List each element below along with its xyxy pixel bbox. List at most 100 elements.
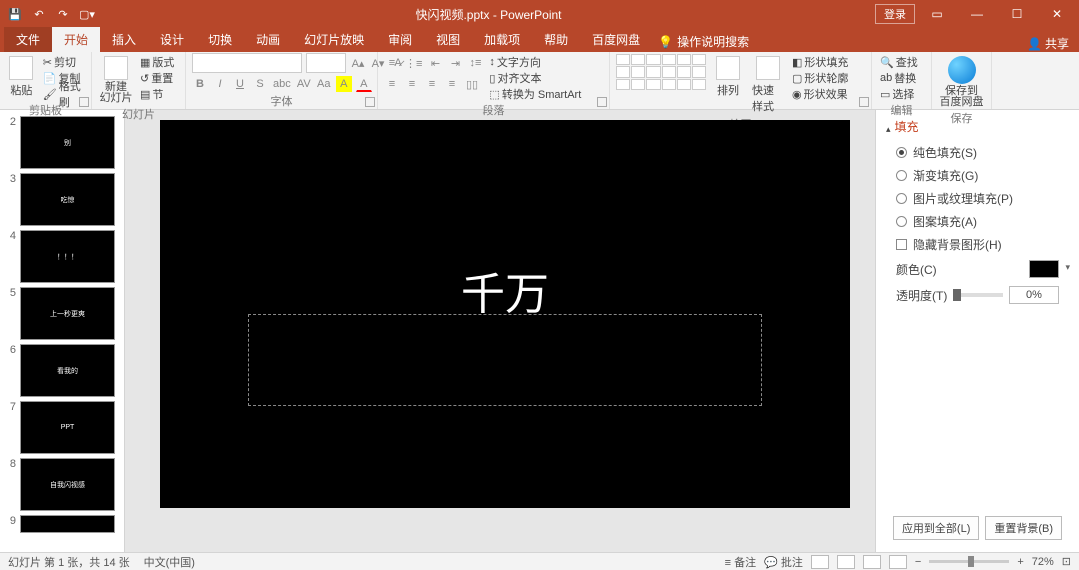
align-right-button[interactable]: ≡ <box>424 76 440 92</box>
tab-transitions[interactable]: 切换 <box>196 27 244 52</box>
cut-button[interactable]: ✂剪切 <box>41 54 85 70</box>
tab-help[interactable]: 帮助 <box>532 27 580 52</box>
save-to-baidu-button[interactable]: 保存到 百度网盘 <box>944 54 980 110</box>
slideshow-view-button[interactable] <box>889 555 907 569</box>
bullets-button[interactable]: ≡ <box>384 55 400 71</box>
language-status[interactable]: 中文(中国) <box>144 554 195 570</box>
shape-outline-button[interactable]: ▢形状轮廓 <box>790 70 850 86</box>
tab-animations[interactable]: 动画 <box>244 27 292 52</box>
ribbon-display-icon[interactable]: ▭ <box>919 0 955 28</box>
color-picker[interactable] <box>1029 260 1059 278</box>
numbering-button[interactable]: ⋮≡ <box>404 55 423 71</box>
thumb-6[interactable]: 6看我的 <box>0 342 124 399</box>
tab-baidu[interactable]: 百度网盘 <box>580 27 652 52</box>
normal-view-button[interactable] <box>811 555 829 569</box>
sorter-view-button[interactable] <box>837 555 855 569</box>
canvas-scroll[interactable]: 千万 <box>125 110 875 552</box>
picture-fill-radio[interactable]: 图片或纹理填充(P) <box>886 187 1069 210</box>
tab-slideshow[interactable]: 幻灯片放映 <box>292 27 376 52</box>
indent-inc-button[interactable]: ⇥ <box>447 55 463 71</box>
thumb-9[interactable]: 9 <box>0 513 124 535</box>
current-slide[interactable]: 千万 <box>160 120 850 508</box>
align-text-button[interactable]: ▯对齐文本 <box>487 70 583 86</box>
shape-fill-button[interactable]: ◧形状填充 <box>790 54 850 70</box>
undo-icon[interactable]: ↶ <box>30 5 48 23</box>
layout-button[interactable]: ▦版式 <box>138 54 176 70</box>
selected-textbox[interactable] <box>248 314 762 406</box>
slide-thumbnails[interactable]: 2别 3吃惊 4！！！ 5上一秒更爽 6看我的 7PPT 8自我闪视感 9 <box>0 110 125 552</box>
maximize-icon[interactable]: ☐ <box>999 0 1035 28</box>
tab-insert[interactable]: 插入 <box>100 27 148 52</box>
section-button[interactable]: ▤节 <box>138 86 176 102</box>
tell-me-search[interactable]: 💡 操作说明搜索 <box>652 31 755 52</box>
thumb-2[interactable]: 2别 <box>0 114 124 171</box>
apply-all-button[interactable]: 应用到全部(L) <box>893 516 979 540</box>
quick-styles-button[interactable]: 快速样式 <box>750 54 786 116</box>
start-show-icon[interactable]: ▢▾ <box>78 5 96 23</box>
reading-view-button[interactable] <box>863 555 881 569</box>
indent-dec-button[interactable]: ⇤ <box>427 55 443 71</box>
zoom-out-button[interactable]: − <box>915 556 921 568</box>
font-launcher[interactable] <box>365 97 375 107</box>
notes-button[interactable]: ≡ 备注 <box>725 554 756 570</box>
pattern-fill-radio[interactable]: 图案填充(A) <box>886 210 1069 233</box>
align-center-button[interactable]: ≡ <box>404 76 420 92</box>
share-button[interactable]: 👤 共享 <box>1027 35 1069 52</box>
thumb-7[interactable]: 7PPT <box>0 399 124 456</box>
thumb-3[interactable]: 3吃惊 <box>0 171 124 228</box>
shapes-gallery[interactable] <box>616 54 706 90</box>
highlight-button[interactable]: A <box>336 76 352 92</box>
redo-icon[interactable]: ↷ <box>54 5 72 23</box>
thumb-8[interactable]: 8自我闪视感 <box>0 456 124 513</box>
justify-button[interactable]: ≡ <box>444 76 460 92</box>
hide-bg-checkbox[interactable]: 隐藏背景图形(H) <box>886 233 1069 256</box>
drawing-launcher[interactable] <box>859 97 869 107</box>
case-button[interactable]: Aa <box>316 76 332 92</box>
bold-button[interactable]: B <box>192 76 208 92</box>
font-color-button[interactable]: A <box>356 76 372 92</box>
tab-view[interactable]: 视图 <box>424 27 472 52</box>
text-direction-button[interactable]: ↕文字方向 <box>487 54 583 70</box>
collapse-caret-icon[interactable]: ▴ <box>886 124 891 135</box>
spacing-button[interactable]: AV <box>296 76 312 92</box>
columns-button[interactable]: ▯▯ <box>464 76 480 92</box>
clipboard-launcher[interactable] <box>79 97 89 107</box>
slide-counter[interactable]: 幻灯片 第 1 张，共 14 张 <box>8 554 130 570</box>
italic-button[interactable]: I <box>212 76 228 92</box>
save-icon[interactable]: 💾 <box>6 5 24 23</box>
reset-bg-button[interactable]: 重置背景(B) <box>985 516 1062 540</box>
login-button[interactable]: 登录 <box>875 4 915 24</box>
shape-effects-button[interactable]: ◉形状效果 <box>790 86 850 102</box>
comments-button[interactable]: 💬 批注 <box>764 554 803 570</box>
arrange-button[interactable]: 排列 <box>710 54 746 100</box>
paragraph-launcher[interactable] <box>597 97 607 107</box>
font-family-combo[interactable] <box>192 53 302 73</box>
paste-button[interactable]: 粘贴 <box>6 54 37 100</box>
minimize-icon[interactable]: — <box>959 0 995 28</box>
new-slide-button[interactable]: 新建 幻灯片 <box>98 54 134 106</box>
smartart-button[interactable]: ⬚转换为 SmartArt <box>487 86 583 102</box>
tab-home[interactable]: 开始 <box>52 27 100 52</box>
line-spacing-button[interactable]: ↕≡ <box>467 55 483 71</box>
tab-design[interactable]: 设计 <box>148 27 196 52</box>
tab-file[interactable]: 文件 <box>4 27 52 52</box>
thumb-4[interactable]: 4！！！ <box>0 228 124 285</box>
reset-button[interactable]: ↺重置 <box>138 70 176 86</box>
fit-window-button[interactable]: ⊡ <box>1062 555 1071 568</box>
zoom-level[interactable]: 72% <box>1032 556 1054 568</box>
underline-button[interactable]: U <box>232 76 248 92</box>
replace-button[interactable]: ab替换 <box>878 70 920 86</box>
tab-addins[interactable]: 加载项 <box>472 27 532 52</box>
solid-fill-radio[interactable]: 纯色填充(S) <box>886 141 1069 164</box>
zoom-in-button[interactable]: + <box>1017 556 1023 568</box>
increase-font-icon[interactable]: A▴ <box>350 55 366 71</box>
thumb-5[interactable]: 5上一秒更爽 <box>0 285 124 342</box>
transparency-slider[interactable] <box>953 293 1003 297</box>
font-size-combo[interactable] <box>306 53 346 73</box>
align-left-button[interactable]: ≡ <box>384 76 400 92</box>
slide-title-text[interactable]: 千万 <box>160 258 850 322</box>
tab-review[interactable]: 审阅 <box>376 27 424 52</box>
strikethrough-button[interactable]: S <box>252 76 268 92</box>
select-button[interactable]: ▭选择 <box>878 86 920 102</box>
gradient-fill-radio[interactable]: 渐变填充(G) <box>886 164 1069 187</box>
